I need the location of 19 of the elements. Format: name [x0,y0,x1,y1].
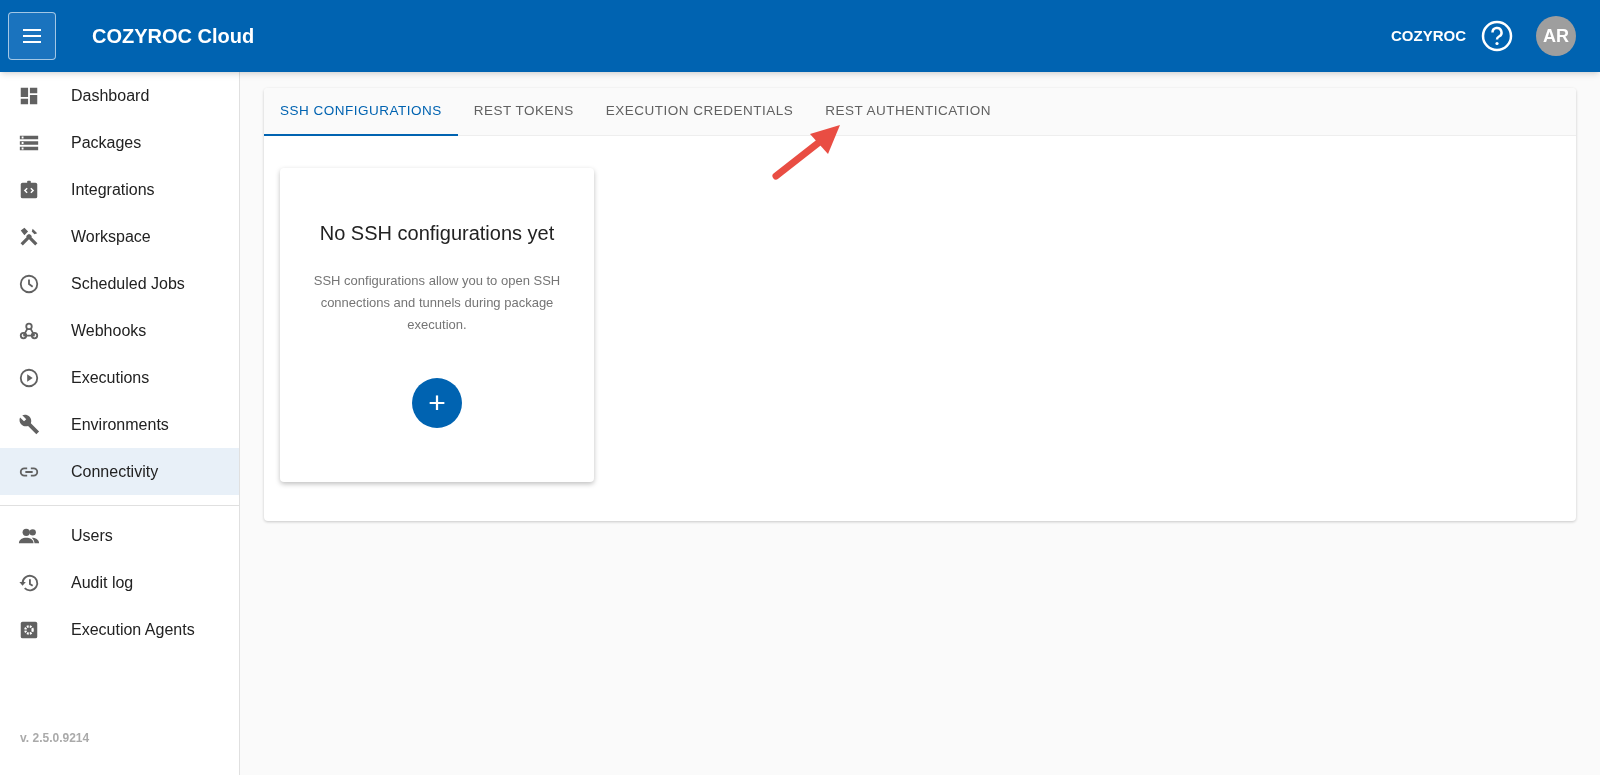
help-icon[interactable] [1480,19,1514,53]
menu-icon [22,29,42,43]
add-button[interactable]: + [412,378,462,428]
play-icon [18,366,40,389]
app-title: COZYROC Cloud [92,24,255,49]
version-label: v. 2.5.0.9214 [20,730,91,747]
tab[interactable]: REST TOKENS [457,88,590,136]
tab[interactable]: REST AUTHENTICATION [809,88,1008,136]
menu-button[interactable] [8,12,56,60]
tab[interactable]: SSH CONFIGURATIONS [264,88,458,136]
organization-name: COZYROC [1391,25,1466,46]
card-title: No SSH configurations yet [319,221,555,246]
tab[interactable]: EXECUTION CREDENTIALS [589,88,810,136]
card-description: SSH configurations allow you to open SSH connections and tunnels during package execution. [312,272,562,334]
hammer-wrench-icon [18,225,40,248]
sidebar-item[interactable]: Connectivity [0,448,239,495]
clock-icon [18,272,40,295]
wrench-icon [18,413,40,436]
code-icon [18,178,40,201]
